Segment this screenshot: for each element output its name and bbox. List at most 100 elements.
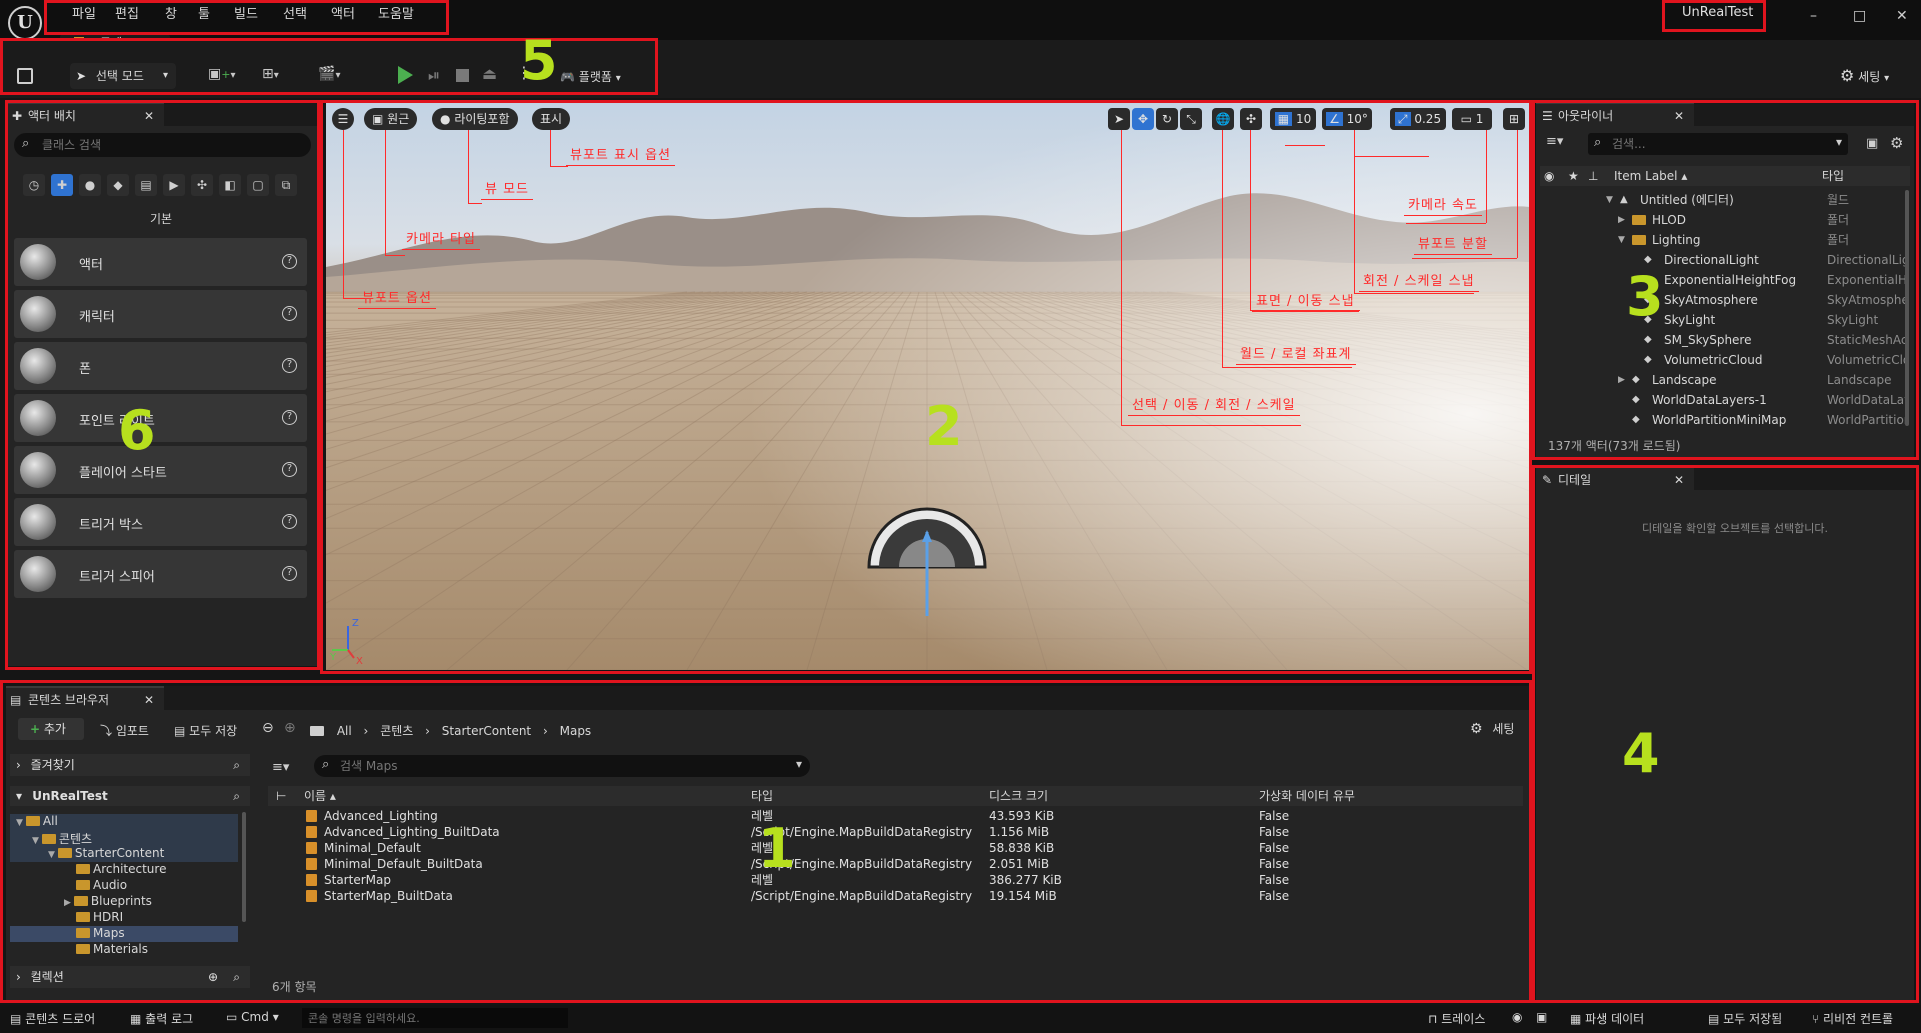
menu-item[interactable]: 창 (165, 3, 177, 22)
tree-item[interactable]: Materials (64, 942, 148, 956)
asset-row[interactable]: StarterMap 레벨 386.277 KiB False (268, 872, 1523, 888)
world-local-icon[interactable]: 🌐 (1212, 108, 1234, 130)
column-name[interactable]: 이름 ▴ (304, 786, 336, 806)
more-category-icon[interactable]: ⧉ (275, 174, 297, 196)
help-icon[interactable]: ? (282, 410, 297, 425)
menu-item[interactable]: 파일 (72, 3, 96, 22)
column-type[interactable]: 타입 (751, 786, 773, 806)
console-input[interactable] (302, 1008, 568, 1028)
content-settings-button[interactable]: ⚙ 세팅 (1470, 720, 1514, 737)
outliner-row[interactable]: ◆ExponentialHeightFogExponentialHeightFo… (1540, 270, 1908, 290)
camera-type-button[interactable]: ▣ 원근 (364, 108, 418, 130)
column-item-label[interactable]: Item Label ▴ (1614, 166, 1687, 186)
camera-icon[interactable]: ▣ (1536, 1010, 1547, 1024)
close-icon[interactable]: ✕ (1674, 468, 1684, 492)
select-tool-icon[interactable]: ➤ (1108, 108, 1130, 130)
help-icon[interactable]: ? (282, 358, 297, 373)
class-search-input[interactable] (42, 136, 302, 154)
record-icon[interactable]: ◉ (1512, 1010, 1522, 1024)
view-mode-button[interactable]: ● 라이팅포함 (432, 108, 518, 130)
outliner-row[interactable]: ◆ WorldPartitionMiniMap WorldPartitionMini… (1540, 410, 1908, 430)
cinematics-button[interactable]: 🎬▾ (318, 66, 358, 88)
grid-snap-button[interactable]: ▦ 10 (1270, 108, 1316, 130)
step-button[interactable]: ⏯ (428, 66, 440, 84)
actor-list-item[interactable]: 플레이어 스타트? (14, 446, 307, 494)
expand-arrow-icon[interactable]: ▼ (1618, 230, 1625, 250)
close-icon[interactable]: ✕ (144, 104, 154, 128)
derived-data-button[interactable]: ▦ 파생 데이터 (1570, 1010, 1644, 1027)
class-search-box[interactable]: ⌕ (14, 133, 311, 157)
outliner-scrollbar[interactable] (1905, 190, 1909, 426)
help-icon[interactable]: ? (282, 306, 297, 321)
outliner-row[interactable]: ◆ SM_SkySphere StaticMeshActor (1540, 330, 1908, 350)
search-icon[interactable]: ⌕ (233, 966, 240, 988)
cmd-selector[interactable]: ▭ Cmd ▾ (226, 1010, 279, 1024)
outliner-row[interactable]: ▶ ◆ Landscape Landscape (1540, 370, 1908, 390)
unreal-logo[interactable]: U (8, 6, 42, 40)
actor-list-item[interactable]: 포인트 라이트? (14, 394, 307, 442)
menu-item[interactable]: 선택 (283, 3, 307, 22)
trace-button[interactable]: ⊓ 트레이스 (1428, 1010, 1485, 1027)
select-mode-button[interactable]: ➤ 선택 모드 ▾ (70, 63, 176, 89)
outliner-row[interactable]: ◆ VolumetricCloud VolumetricCloud (1540, 350, 1908, 370)
breadcrumb-maps[interactable]: Maps (560, 724, 592, 738)
search-icon[interactable]: ⌕ (233, 754, 240, 776)
outliner-search-input[interactable] (1612, 135, 1822, 153)
menu-item[interactable]: 편집 (115, 3, 139, 22)
outliner-row[interactable]: ▼ Lighting 폴더 (1540, 230, 1908, 250)
search-icon[interactable]: ⌕ (233, 786, 240, 806)
collections-section[interactable]: › 컬렉션 ⊕ ⌕ (10, 966, 250, 988)
column-virtualized[interactable]: 가상화 데이터 유무 (1259, 786, 1355, 806)
forward-icon[interactable]: ⊕ (284, 720, 296, 736)
actor-list-item[interactable]: 트리거 박스? (14, 498, 307, 546)
platform-button[interactable]: 🎮 플랫폼 ▾ (560, 68, 621, 85)
save-all-button[interactable]: ▤ 모두 저장 (174, 722, 237, 739)
stop-button[interactable] (456, 69, 469, 82)
tree-item[interactable]: ▼ 콘텐츠 (32, 830, 92, 847)
tree-item[interactable]: Maps (64, 926, 125, 940)
help-icon[interactable]: ? (282, 254, 297, 269)
gear-icon[interactable]: ⚙ (1890, 134, 1903, 152)
actor-list-item[interactable]: 액터? (14, 238, 307, 286)
outliner-row[interactable]: ◆ WorldDataLayers-1 WorldDataLayers (1540, 390, 1908, 410)
close-icon[interactable]: ✕ (144, 688, 154, 712)
eject-button[interactable]: ⏏ (482, 64, 497, 83)
place-actors-tab[interactable]: ✚ 액터 배치 ✕ (6, 102, 164, 126)
asset-row[interactable]: Advanced_Lighting_BuiltData/Script/Engin… (268, 824, 1523, 840)
rotate-tool-icon[interactable]: ↻ (1156, 108, 1178, 130)
add-folder-icon[interactable]: ▣ (1866, 136, 1878, 151)
menu-item[interactable]: 액터 (331, 3, 355, 22)
actor-list-item[interactable]: 캐릭터? (14, 290, 307, 338)
volumes-category-icon[interactable]: ◧ (219, 174, 241, 196)
tree-item[interactable]: ▼ StarterContent (48, 846, 164, 860)
eye-icon[interactable]: ◉ (1544, 166, 1554, 186)
tree-item[interactable]: ▼ All (16, 814, 58, 828)
actor-list-item[interactable]: 트리거 스피어? (14, 550, 307, 598)
tree-item[interactable]: Audio (64, 878, 127, 892)
add-collection-icon[interactable]: ⊕ (208, 966, 218, 988)
output-log-button[interactable]: ▦ 출력 로그 (130, 1010, 193, 1027)
scale-tool-icon[interactable]: ⤡ (1180, 108, 1202, 130)
star-icon[interactable]: ★ (1568, 166, 1579, 186)
content-drawer-button[interactable]: ▤ 콘텐츠 드로어 (10, 1010, 95, 1027)
back-icon[interactable]: ⊖ (262, 720, 274, 736)
outliner-row[interactable]: ▼ ▲ Untitled (에디터) 월드 (1540, 190, 1908, 210)
recent-icon[interactable]: ◷ (23, 174, 45, 196)
asset-row[interactable]: StarterMap_BuiltData/Script/Engine.MapBu… (268, 888, 1523, 904)
menu-item[interactable]: 도움말 (378, 3, 414, 22)
asset-search-box[interactable]: ⌕ ▾ (314, 755, 810, 777)
outliner-search-box[interactable]: ⌕ ▾ (1588, 133, 1848, 155)
settings-button[interactable]: ⚙ 세팅 ▾ (1840, 66, 1889, 85)
asset-row[interactable]: Advanced_Lighting 레벨 43.593 KiB False (268, 808, 1523, 824)
favorites-section[interactable]: › 즐겨찾기 ⌕ (10, 754, 250, 776)
breadcrumb-starter-content[interactable]: StarterContent (442, 724, 531, 738)
actor-list-item[interactable]: 폰? (14, 342, 307, 390)
viewport-layout-icon[interactable]: ⊞ (1503, 108, 1525, 130)
play-button[interactable] (398, 66, 413, 84)
outliner-row[interactable]: ◆ SkyLight SkyLight (1540, 310, 1908, 330)
outliner-row[interactable]: ◆SkyAtmosphereSkyAtmosphere (1540, 290, 1908, 310)
menu-item[interactable]: 빌드 (234, 3, 258, 22)
outliner-row[interactable]: ◆DirectionalLightDirectionalLight (1540, 250, 1908, 270)
column-disk-size[interactable]: 디스크 크기 (989, 786, 1048, 806)
translate-tool-icon[interactable]: ✥ (1132, 108, 1154, 130)
